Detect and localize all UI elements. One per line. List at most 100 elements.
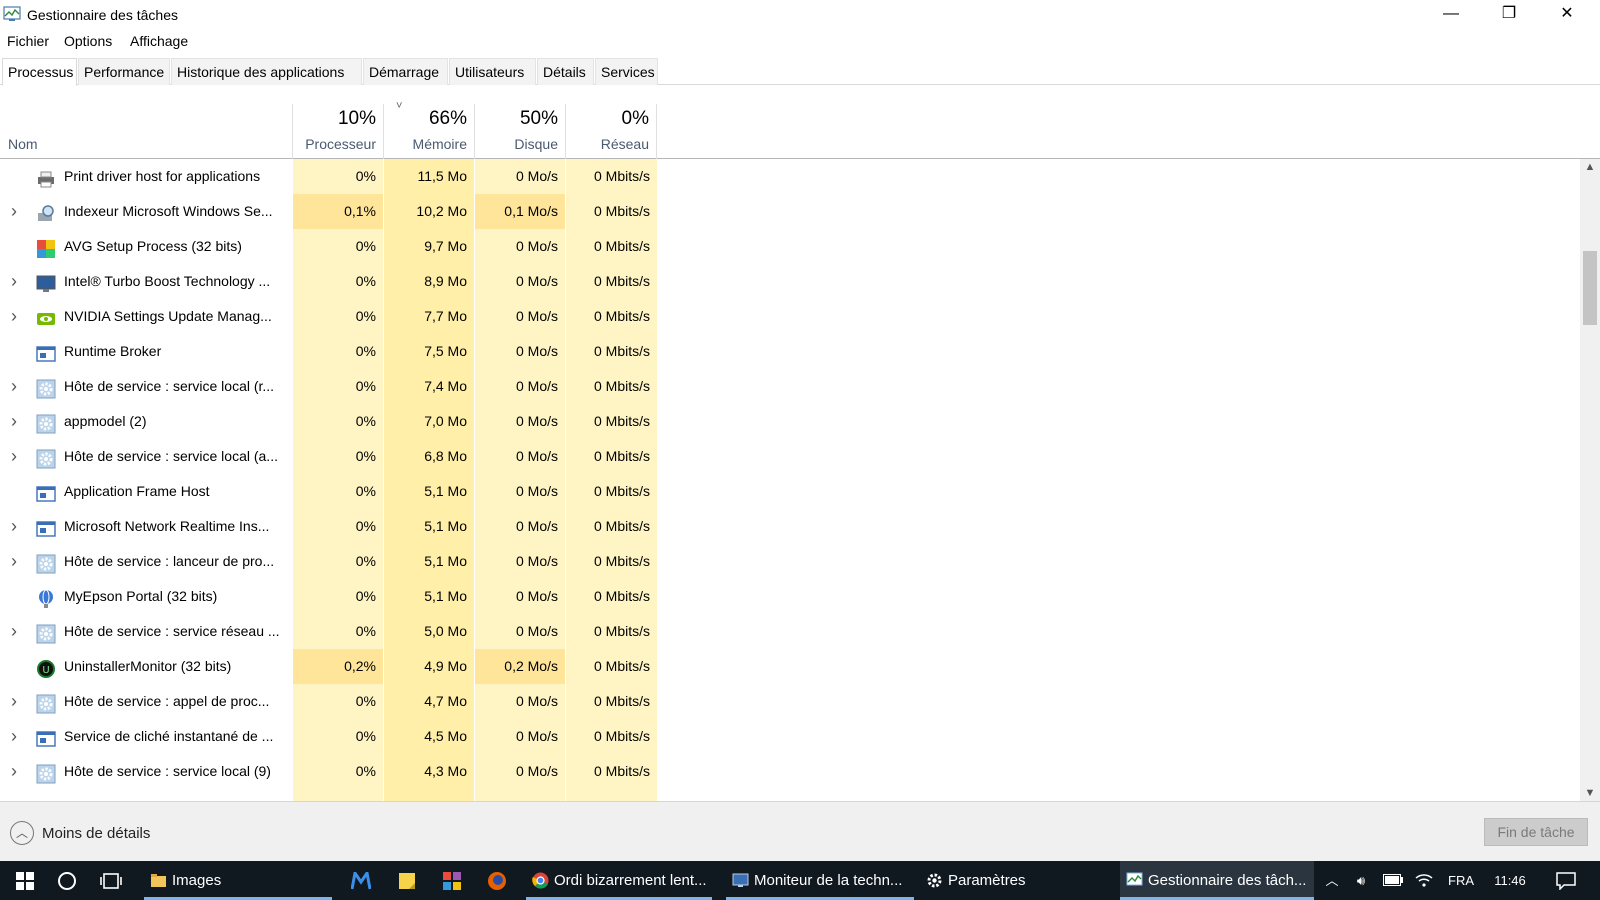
- expand-chevron-icon[interactable]: ›: [11, 614, 23, 649]
- process-name-cell: › Indexeur Microsoft Windows Se...: [0, 194, 293, 229]
- expand-chevron-icon[interactable]: ›: [11, 404, 23, 439]
- taskbar-app-chrome[interactable]: Ordi bizarrement lent...: [526, 861, 712, 900]
- process-cpu: 0,2%: [293, 649, 384, 684]
- table-row[interactable]: › Indexeur Microsoft Windows Se... 0,1% 10,…: [0, 194, 1580, 229]
- process-disk: 0 Mo/s: [475, 299, 566, 334]
- table-row[interactable]: › NVIDIA Settings Update Manag... 0% 7,7 Mo…: [0, 299, 1580, 334]
- wifi-icon[interactable]: [1412, 861, 1436, 900]
- taskbar-pin-notes[interactable]: [392, 861, 422, 900]
- header-cpu[interactable]: 10% Processeur: [293, 104, 384, 159]
- table-row[interactable]: AVG Setup Process (32 bits) 0% 9,7 Mo 0 Mo/…: [0, 229, 1580, 264]
- expand-chevron-icon[interactable]: ›: [11, 264, 23, 299]
- process-name-cell: › NVIDIA Settings Update Manag...: [0, 299, 293, 334]
- expand-chevron-icon[interactable]: ›: [11, 684, 23, 719]
- process-network: 0 Mbits/s: [566, 719, 657, 754]
- expand-chevron-icon[interactable]: ›: [11, 544, 23, 579]
- header-disk[interactable]: 50% Disque: [475, 104, 566, 159]
- scroll-down-icon[interactable]: ▼: [1580, 787, 1600, 799]
- close-button[interactable]: ✕: [1538, 0, 1596, 30]
- search-button[interactable]: [50, 861, 84, 900]
- process-name: Application Frame Host: [64, 483, 210, 499]
- battery-icon[interactable]: [1380, 861, 1406, 900]
- expand-chevron-icon[interactable]: ›: [11, 299, 23, 334]
- process-network: 0 Mbits/s: [566, 264, 657, 299]
- process-name: Runtime Broker: [64, 343, 162, 359]
- expand-chevron-icon[interactable]: ›: [11, 754, 23, 789]
- end-task-button[interactable]: Fin de tâche: [1484, 818, 1588, 846]
- expand-chevron-icon[interactable]: ›: [11, 439, 23, 474]
- process-disk: 0 Mo/s: [475, 754, 566, 789]
- vertical-scrollbar[interactable]: ▲ ▼: [1580, 159, 1600, 801]
- process-name-cell: › Intel® Turbo Boost Technology ...: [0, 264, 293, 299]
- tab-utilisateurs[interactable]: Utilisateurs: [449, 58, 536, 85]
- process-memory: 9,7 Mo: [384, 229, 475, 264]
- table-row[interactable]: Shell Infrastructure Host 0%3,7 Mo0 Mo/s0…: [0, 789, 1580, 801]
- table-row[interactable]: Print driver host for applications 0% 11,5…: [0, 159, 1580, 194]
- menu-options[interactable]: Options: [64, 33, 112, 49]
- tab-demarrage[interactable]: Démarrage: [363, 58, 448, 85]
- tray-chevron-icon[interactable]: ︿: [1320, 861, 1344, 900]
- header-network[interactable]: 0% Réseau: [566, 104, 657, 159]
- uninstaller-icon: U: [36, 657, 56, 678]
- process-network: 0 Mbits/s: [566, 194, 657, 229]
- taskbar-app-label: Gestionnaire des tâch...: [1148, 872, 1307, 889]
- process-name: Intel® Turbo Boost Technology ...: [64, 273, 271, 289]
- tab-details[interactable]: Détails: [537, 58, 594, 85]
- task-view-button[interactable]: [94, 861, 128, 900]
- tab-performance[interactable]: Performance: [78, 58, 170, 85]
- menu-fichier[interactable]: Fichier: [7, 33, 49, 49]
- table-row[interactable]: › Hôte de service : lanceur de pro... 0% 5,…: [0, 544, 1580, 579]
- volume-icon[interactable]: 🔊︎: [1348, 861, 1374, 900]
- table-row[interactable]: › Intel® Turbo Boost Technology ... 0% 8,9 …: [0, 264, 1580, 299]
- start-button[interactable]: [8, 861, 42, 900]
- table-row[interactable]: Application Frame Host 0% 5,1 Mo 0 Mo/s 0 Mb…: [0, 474, 1580, 509]
- taskbar-pin-mail[interactable]: [346, 861, 376, 900]
- less-details-label: Moins de détails: [42, 825, 151, 842]
- action-center-icon[interactable]: [1548, 861, 1584, 900]
- expand-chevron-icon[interactable]: ›: [11, 509, 23, 544]
- process-name: Hôte de service : service réseau ...: [64, 623, 280, 639]
- header-memory[interactable]: ˅ 66% Mémoire: [384, 100, 475, 159]
- table-row[interactable]: Runtime Broker 0% 7,5 Mo 0 Mo/s 0 Mbits/s: [0, 334, 1580, 369]
- table-row[interactable]: › Service de cliché instantané de ... 0% 4,…: [0, 719, 1580, 754]
- taskbar-app-label: Ordi bizarrement lent...: [554, 872, 707, 889]
- process-name: Print driver host for applications: [64, 168, 261, 184]
- table-row[interactable]: › appmodel (2) 0% 7,0 Mo 0 Mo/s 0 Mbits/s: [0, 404, 1580, 439]
- process-disk: 0 Mo/s: [475, 404, 566, 439]
- taskbar-pin-firefox[interactable]: [482, 861, 512, 900]
- table-row[interactable]: › Microsoft Network Realtime Ins... 0% 5,1 …: [0, 509, 1580, 544]
- maximize-button[interactable]: ❐: [1480, 0, 1538, 30]
- chevron-up-icon: ︿: [10, 821, 34, 845]
- clock[interactable]: 11:46: [1488, 861, 1532, 900]
- taskbar-pin-store[interactable]: [437, 861, 467, 900]
- taskbar-app-parametres[interactable]: Paramètres: [920, 861, 1108, 900]
- taskbar-app-gestionnaire[interactable]: Gestionnaire des tâch...: [1120, 861, 1314, 900]
- process-memory: 5,0 Mo: [384, 614, 475, 649]
- tab-historique[interactable]: Historique des applications: [171, 58, 362, 85]
- table-row[interactable]: › Hôte de service : service local (r... 0%…: [0, 369, 1580, 404]
- scrollbar-thumb[interactable]: [1583, 251, 1597, 325]
- expand-chevron-icon[interactable]: ›: [11, 369, 23, 404]
- taskbar-app-moniteur[interactable]: Moniteur de la techn...: [726, 861, 914, 900]
- process-network: 0 Mbits/s: [566, 159, 657, 194]
- header-name[interactable]: Nom: [0, 104, 293, 159]
- tab-processus[interactable]: Processus: [2, 58, 77, 86]
- table-row[interactable]: › Hôte de service : service réseau ... 0% 5…: [0, 614, 1580, 649]
- scroll-up-icon[interactable]: ▲: [1580, 161, 1600, 173]
- process-name-cell: Runtime Broker: [0, 334, 293, 369]
- expand-chevron-icon[interactable]: ›: [11, 719, 23, 754]
- menu-affichage[interactable]: Affichage: [130, 33, 188, 49]
- language-indicator[interactable]: FRA: [1444, 861, 1478, 900]
- table-row[interactable]: MyEpson Portal (32 bits) 0% 5,1 Mo 0 Mo/s 0 …: [0, 579, 1580, 614]
- task-view-icon: [100, 873, 122, 889]
- table-row[interactable]: › Hôte de service : service local (a... 0%…: [0, 439, 1580, 474]
- expand-chevron-icon[interactable]: ›: [11, 194, 23, 229]
- tab-services[interactable]: Services: [595, 58, 658, 85]
- taskbar-app-images[interactable]: Images: [144, 861, 332, 900]
- table-row[interactable]: U UninstallerMonitor (32 bits) 0,2% 4,9 Mo 0…: [0, 649, 1580, 684]
- table-row[interactable]: › Hôte de service : service local (9) 0% 4,…: [0, 754, 1580, 789]
- table-row[interactable]: › Hôte de service : appel de proc... 0% 4,7…: [0, 684, 1580, 719]
- process-name: Hôte de service : appel de proc...: [64, 693, 270, 709]
- minimize-button[interactable]: —: [1422, 0, 1480, 30]
- header-disk-percent: 50%: [519, 108, 558, 129]
